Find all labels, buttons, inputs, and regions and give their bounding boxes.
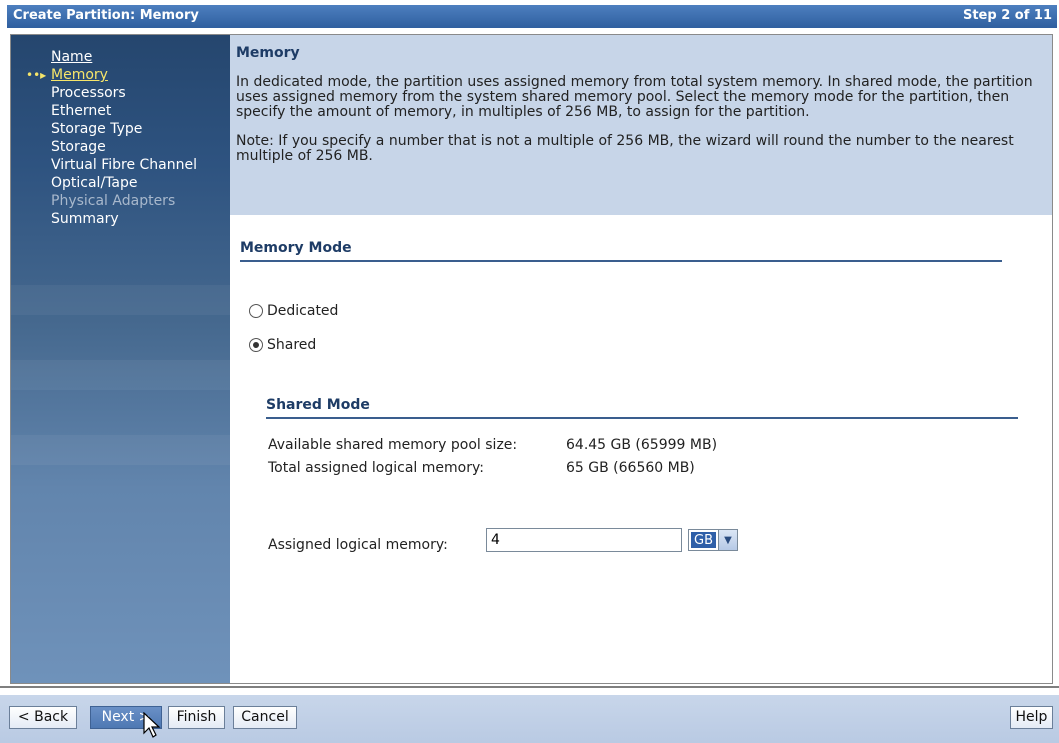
memory-unit-value: GB — [691, 532, 716, 548]
window-title: Create Partition: Memory — [13, 8, 199, 23]
nav-item-label: Physical Adapters — [51, 193, 176, 209]
nav-item-label: Processors — [51, 85, 126, 101]
mouse-pointer-icon — [143, 712, 161, 738]
dedicated-label: Dedicated — [267, 303, 339, 319]
memory-unit-select[interactable]: GB ▼ — [688, 529, 738, 551]
finish-button[interactable]: Finish — [168, 706, 225, 729]
assigned-memory-input[interactable] — [486, 528, 682, 552]
intro-note: Note: If you specify a number that is no… — [236, 133, 1014, 164]
wizard-sidebar: Name ••▸ Memory Processors Ethernet Stora… — [11, 35, 230, 683]
sidebar-band — [11, 435, 230, 465]
nav-item-name[interactable]: Name — [11, 48, 230, 66]
total-assigned-value: 65 GB (66560 MB) — [566, 460, 695, 476]
pool-size-value: 64.45 GB (65999 MB) — [566, 437, 718, 453]
sidebar-band — [11, 285, 230, 315]
nav-item-label: Name — [51, 49, 93, 65]
wizard-window: Create Partition: Memory Step 2 of 11 Na… — [7, 5, 1057, 743]
memory-mode-heading: Memory Mode — [240, 240, 1002, 262]
nav-item-label: Storage — [51, 139, 106, 155]
pool-size-row: Available shared memory pool size: 64.45… — [268, 437, 717, 453]
nav-item-processors: Processors — [11, 84, 230, 102]
nav-item-physical-adapters: Physical Adapters — [11, 192, 230, 210]
nav-item-memory[interactable]: ••▸ Memory — [11, 66, 230, 84]
intro-title: Memory — [236, 45, 300, 61]
current-step-arrow-icon: ••▸ — [26, 68, 47, 82]
nav-item-ethernet: Ethernet — [11, 102, 230, 120]
chevron-down-icon[interactable]: ▼ — [718, 530, 737, 550]
shared-label: Shared — [267, 337, 317, 353]
back-button[interactable]: < Back — [9, 706, 77, 729]
cancel-button[interactable]: Cancel — [233, 706, 297, 729]
nav-item-optical-tape: Optical/Tape — [11, 174, 230, 192]
nav-item-storage-type: Storage Type — [11, 120, 230, 138]
nav-item-label: Ethernet — [51, 103, 112, 119]
total-assigned-row: Total assigned logical memory: 65 GB (66… — [268, 460, 695, 476]
button-divider — [0, 686, 1059, 688]
shared-option[interactable]: Shared — [249, 337, 316, 353]
help-button[interactable]: Help — [1010, 706, 1053, 729]
assigned-memory-label: Assigned logical memory: — [268, 537, 448, 553]
wizard-frame: Name ••▸ Memory Processors Ethernet Stora… — [10, 34, 1053, 684]
dedicated-radio[interactable] — [249, 304, 263, 318]
shared-radio[interactable] — [249, 338, 263, 352]
nav-item-label: Optical/Tape — [51, 175, 138, 191]
intro-paragraph: In dedicated mode, the partition uses as… — [236, 74, 1033, 120]
step-indicator: Step 2 of 11 — [962, 8, 1052, 23]
wizard-content: Memory In dedicated mode, the partition … — [230, 35, 1052, 683]
total-assigned-label: Total assigned logical memory: — [268, 460, 484, 476]
nav-item-label: Storage Type — [51, 121, 143, 137]
nav-item-virtual-fibre-channel: Virtual Fibre Channel — [11, 156, 230, 174]
shared-mode-heading: Shared Mode — [266, 397, 1018, 419]
nav-item-storage: Storage — [11, 138, 230, 156]
nav-item-label: Memory — [51, 67, 108, 83]
dedicated-option[interactable]: Dedicated — [249, 303, 338, 319]
pool-size-label: Available shared memory pool size: — [268, 437, 518, 453]
nav-item-label: Summary — [51, 211, 119, 227]
title-bar: Create Partition: Memory Step 2 of 11 — [7, 5, 1057, 28]
nav-item-label: Virtual Fibre Channel — [51, 157, 197, 173]
wizard-nav: Name ••▸ Memory Processors Ethernet Stora… — [11, 48, 230, 228]
sidebar-band — [11, 360, 230, 390]
nav-item-summary: Summary — [11, 210, 230, 228]
intro-panel: Memory In dedicated mode, the partition … — [230, 35, 1052, 215]
